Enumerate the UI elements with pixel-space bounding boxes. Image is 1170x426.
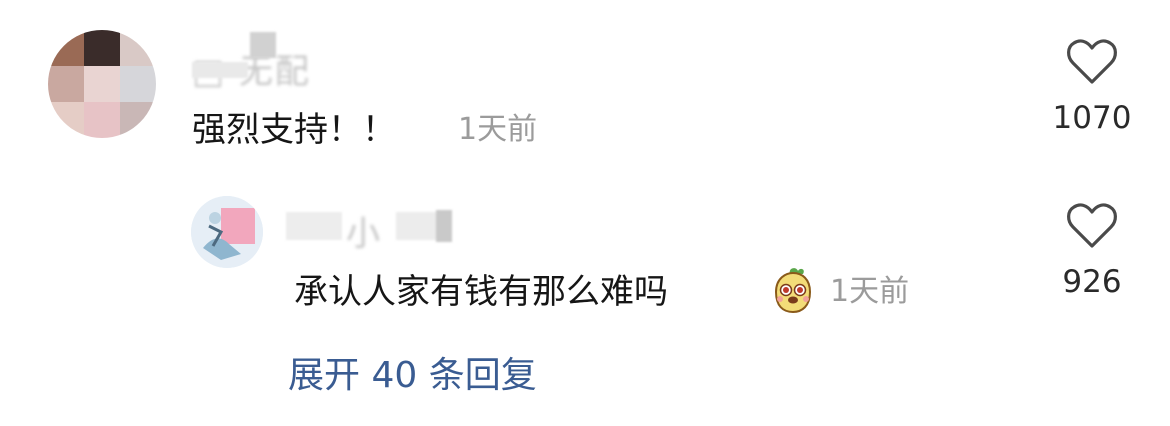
reply-text: 承认人家有钱有那么难吗 xyxy=(294,272,668,312)
username-mosaic xyxy=(436,210,452,242)
comment-text: 强烈支持！！ xyxy=(192,110,396,150)
username-blurred: 小 xyxy=(346,214,382,254)
reply-username[interactable]: 小 xyxy=(286,204,476,254)
heart-icon xyxy=(1067,203,1117,248)
like-count: 1070 xyxy=(1052,100,1132,136)
username-mosaic xyxy=(192,62,248,78)
expand-replies-link[interactable]: 展开 40 条回复 xyxy=(288,346,537,398)
reply-like-button[interactable]: 926 xyxy=(1032,202,1152,300)
heart-icon xyxy=(1067,39,1117,84)
username-mosaic xyxy=(286,212,342,240)
reply-avatar[interactable] xyxy=(191,196,263,268)
avatar-image xyxy=(191,196,263,268)
reply-time: 1天前 xyxy=(830,274,910,309)
avatar[interactable] xyxy=(48,30,156,138)
like-count: 926 xyxy=(1062,264,1122,300)
username-mosaic xyxy=(250,32,276,58)
like-button[interactable]: 1070 xyxy=(1032,38,1152,136)
comment-time: 1天前 xyxy=(458,112,538,147)
emoji-face-icon xyxy=(768,266,818,316)
username[interactable]: □ 无配 xyxy=(192,32,372,92)
